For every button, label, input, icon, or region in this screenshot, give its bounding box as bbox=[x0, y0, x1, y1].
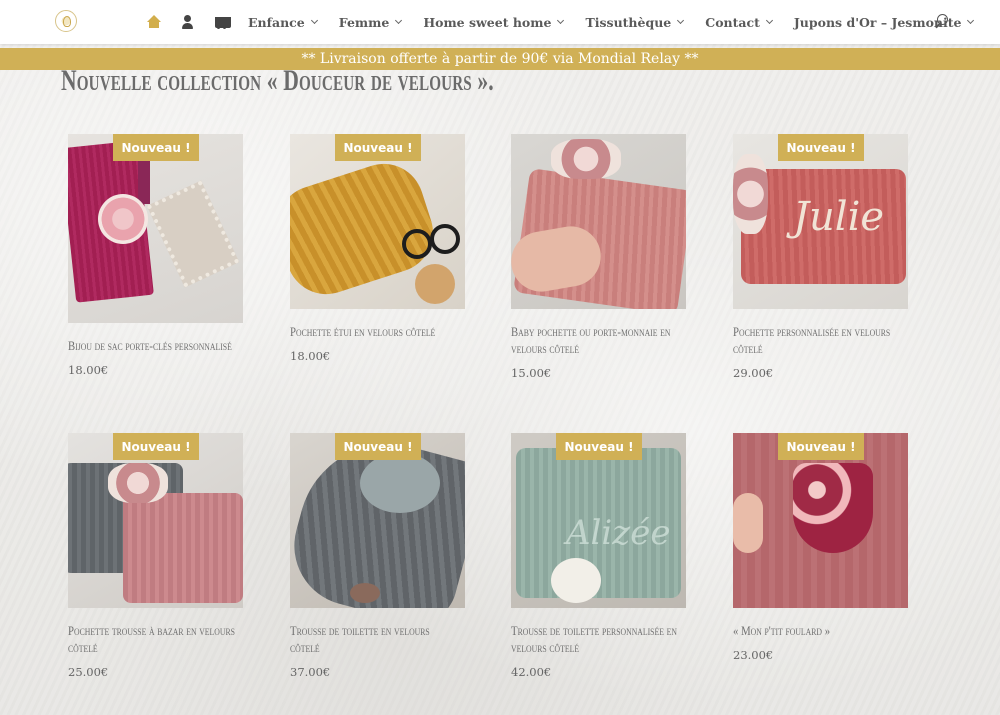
chevron-down-icon bbox=[765, 16, 773, 25]
new-badge: Nouveau ! bbox=[778, 433, 864, 460]
chevron-down-icon bbox=[677, 16, 685, 25]
product-title[interactable]: Baby pochette ou porte-monnaie en velour… bbox=[511, 324, 683, 358]
chevron-down-icon bbox=[967, 16, 975, 25]
product-image[interactable]: Nouveau ! bbox=[290, 134, 465, 309]
product-card[interactable]: Nouveau ! Trousse de toilette en velours… bbox=[290, 433, 465, 679]
chevron-down-icon bbox=[310, 16, 318, 25]
nav-item-femme[interactable]: Femme bbox=[338, 14, 403, 30]
main-nav: Enfance Femme Home sweet home Tissuthèqu… bbox=[146, 0, 995, 44]
product-card[interactable]: Nouveau ! Pochette trousse à bazar en ve… bbox=[68, 433, 243, 679]
product-title[interactable]: Bijou de sac porte-clés personnalisé bbox=[68, 338, 240, 355]
product-price: 18.00€ bbox=[68, 363, 109, 377]
product-card[interactable]: Nouveau ! Bijou de sac porte-clés person… bbox=[68, 134, 243, 377]
product-title[interactable]: « Mon p'tit foulard » bbox=[733, 623, 905, 640]
nav-item-enfance[interactable]: Enfance bbox=[248, 14, 318, 30]
section-title: Nouvelle collection « Douceur de velours… bbox=[61, 64, 494, 97]
product-image[interactable]: Nouveau ! bbox=[290, 433, 465, 608]
product-price: 42.00€ bbox=[511, 665, 552, 679]
user-icon[interactable] bbox=[180, 14, 196, 30]
new-badge: Nouveau ! bbox=[335, 433, 421, 460]
nav-item-tissutheque[interactable]: Tissuthèque bbox=[585, 14, 685, 30]
product-image[interactable]: Nouveau ! bbox=[68, 433, 243, 608]
product-card[interactable]: Julie Nouveau ! Pochette personnalisée e… bbox=[733, 134, 908, 380]
nav-item-label: Tissuthèque bbox=[585, 14, 672, 30]
product-card[interactable]: Alizée Nouveau ! Trousse de toilette per… bbox=[511, 433, 686, 679]
product-title[interactable]: Pochette personnalisée en velours côtelé bbox=[733, 324, 905, 358]
logo-icon[interactable] bbox=[55, 10, 77, 32]
product-card[interactable]: Nouveau ! « Mon p'tit foulard » 23.00€ bbox=[733, 433, 908, 662]
product-title[interactable]: Pochette étui en velours côtelé bbox=[290, 324, 462, 341]
product-image[interactable]: Alizée Nouveau ! bbox=[511, 433, 686, 608]
nav-item-home-sweet-home[interactable]: Home sweet home bbox=[423, 14, 565, 30]
product-image[interactable]: Nouveau ! bbox=[68, 134, 243, 323]
nav-item-contact[interactable]: Contact bbox=[705, 14, 773, 30]
product-price: 25.00€ bbox=[68, 665, 109, 679]
nav-item-label: Enfance bbox=[248, 14, 305, 30]
product-title[interactable]: Trousse de toilette en velours côtelé bbox=[290, 623, 462, 657]
product-title[interactable]: Pochette trousse à bazar en velours côte… bbox=[68, 623, 240, 657]
home-icon[interactable] bbox=[146, 14, 162, 30]
product-image[interactable]: Nouveau ! bbox=[733, 433, 908, 608]
product-price: 18.00€ bbox=[290, 349, 331, 363]
nav-item-label: Home sweet home bbox=[423, 14, 552, 30]
product-card[interactable]: Baby pochette ou porte-monnaie en velour… bbox=[511, 134, 686, 380]
new-badge: Nouveau ! bbox=[778, 134, 864, 161]
product-price: 23.00€ bbox=[733, 648, 774, 662]
cart-icon[interactable] bbox=[214, 14, 231, 30]
site-header: Enfance Femme Home sweet home Tissuthèqu… bbox=[0, 0, 1000, 44]
product-price: 15.00€ bbox=[511, 366, 552, 380]
new-badge: Nouveau ! bbox=[335, 134, 421, 161]
product-price: 29.00€ bbox=[733, 366, 774, 380]
product-card[interactable]: Nouveau ! Pochette étui en velours côtel… bbox=[290, 134, 465, 363]
new-badge: Nouveau ! bbox=[113, 134, 199, 161]
product-title[interactable]: Trousse de toilette personnalisée en vel… bbox=[511, 623, 683, 657]
chevron-down-icon bbox=[557, 16, 565, 25]
product-price: 37.00€ bbox=[290, 665, 331, 679]
nav-item-label: Contact bbox=[705, 14, 760, 30]
chevron-down-icon bbox=[395, 16, 403, 25]
new-badge: Nouveau ! bbox=[113, 433, 199, 460]
product-image[interactable]: Julie Nouveau ! bbox=[733, 134, 908, 309]
product-image[interactable] bbox=[511, 134, 686, 309]
new-badge: Nouveau ! bbox=[556, 433, 642, 460]
nav-item-label: Femme bbox=[338, 14, 390, 30]
search-icon[interactable] bbox=[934, 14, 948, 30]
